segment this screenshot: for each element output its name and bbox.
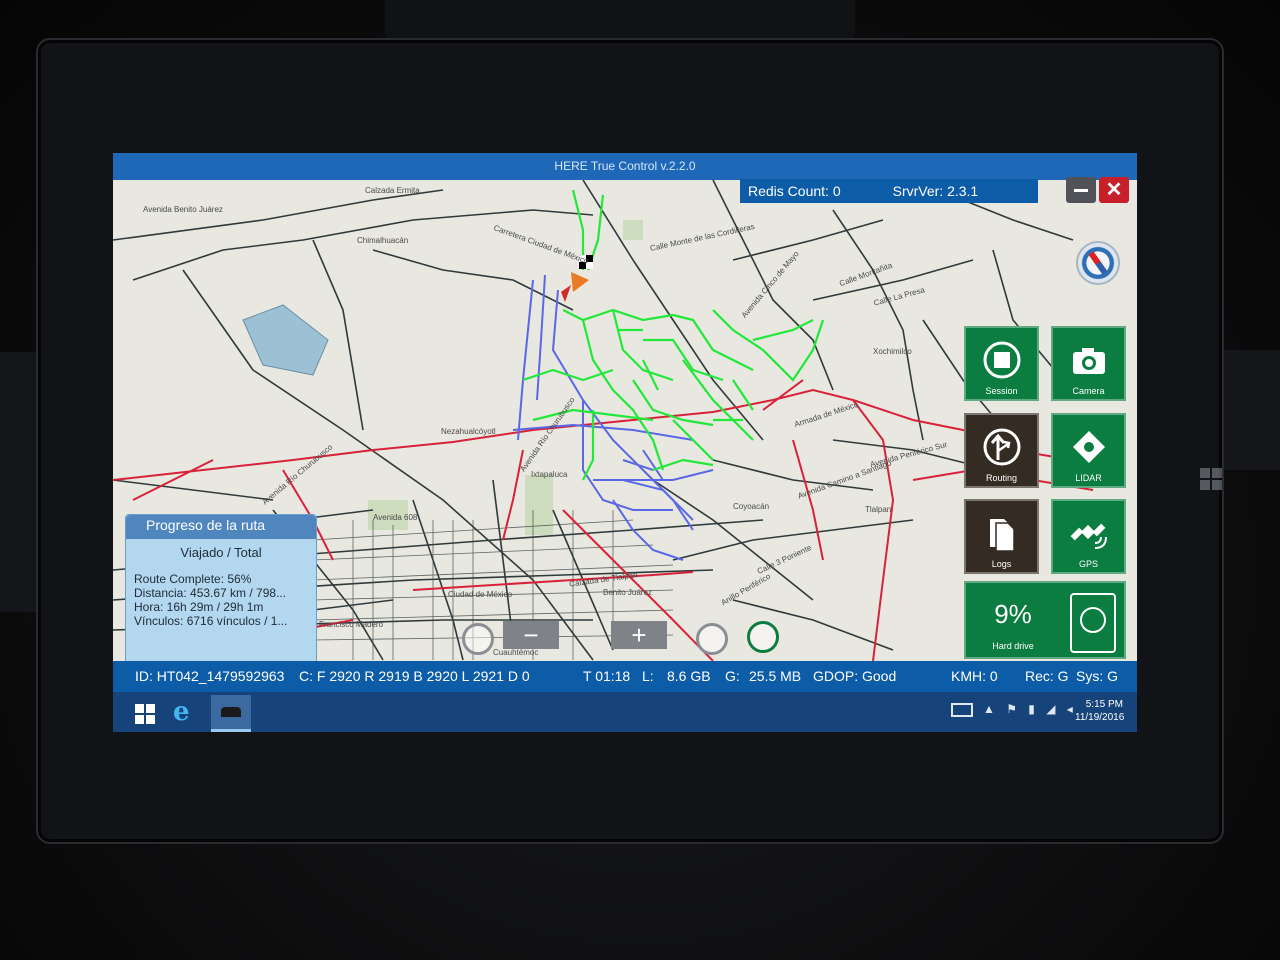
session-stop-icon <box>966 340 1037 389</box>
logs-label: Logs <box>991 559 1012 569</box>
map-place-label: Benito Juárez <box>603 588 652 597</box>
route-progress-header: Progreso de la ruta <box>126 515 316 539</box>
lidar-label: LIDAR <box>1075 473 1102 483</box>
logs-icon <box>966 513 1037 562</box>
session-label: Session <box>985 386 1018 396</box>
map-place-label: Tlalpan <box>865 505 892 514</box>
map-place-label: Nezahualcóyotl <box>441 427 496 436</box>
map-place-label: Coyoacán <box>733 502 770 511</box>
session-id: ID: HT042_1479592963 <box>135 668 285 684</box>
map-place-label: Chimalhuacán <box>357 236 409 245</box>
g-value: 25.5 MB <box>749 668 802 684</box>
system-tray-icons[interactable]: ▲ ⚑ ▮ ◢ ◂ <box>983 702 1077 716</box>
gdop-status: GDOP: Good <box>813 668 897 684</box>
links: Vínculos: 6716 vínculos / 1... <box>134 614 288 628</box>
lidar-button[interactable]: LIDAR <box>1051 413 1126 488</box>
compass-icon[interactable] <box>1076 241 1120 285</box>
map-place-label: Xochimilco <box>873 347 912 356</box>
minimize-button[interactable] <box>1066 177 1096 203</box>
gps-button[interactable]: GPS <box>1051 499 1126 574</box>
time: Hora: 16h 29m / 29h 1m <box>134 600 264 614</box>
route-progress-panel[interactable]: Progreso de la ruta Viajado / Total Rout… <box>125 514 317 666</box>
routing-arrow-icon <box>966 427 1037 476</box>
tablet-screen: HERE True Control v.2.2.0 Calzada Ermita… <box>113 153 1137 732</box>
map-place-label: Ixtapaluca <box>531 470 568 479</box>
vehicle-position-icon <box>571 272 589 292</box>
camera-button[interactable]: Camera <box>1051 326 1126 401</box>
routing-button[interactable]: Routing <box>964 413 1039 488</box>
l-label: L: <box>642 668 654 684</box>
start-button[interactable] <box>135 704 155 724</box>
hard-drive-percent: 9% <box>994 599 1032 629</box>
tablet-mount-top <box>385 0 855 40</box>
hard-drive-label: Hard drive <box>992 641 1034 651</box>
map-street-label: Avenida Benito Juárez <box>143 205 223 214</box>
camera-label: Camera <box>1072 386 1105 396</box>
windows-taskbar: e ▲ ⚑ ▮ ◢ ◂ 5:15 PM 11/19/2016 <box>113 692 1137 732</box>
true-control-taskbar-button[interactable] <box>211 695 251 732</box>
zoom-in-button[interactable]: + <box>611 621 667 649</box>
lidar-icon <box>1053 427 1124 476</box>
satellite-icon <box>1053 513 1124 562</box>
routing-label: Routing <box>985 473 1018 483</box>
g-label: G: <box>725 668 740 684</box>
zoom-out-button[interactable]: − <box>503 621 559 649</box>
logs-button[interactable]: Logs <box>964 499 1039 574</box>
status-bar: ID: HT042_1479592963 C: F 2920 R 2919 B … <box>113 661 1137 692</box>
redis-count: Redis Count: 0 <box>748 183 841 199</box>
keyboard-icon[interactable] <box>951 703 973 717</box>
map-street-label: Calzada Ermita <box>365 186 420 195</box>
internet-explorer-icon[interactable]: e <box>173 699 199 725</box>
clock-time: 5:15 PM <box>1085 699 1123 710</box>
close-button[interactable]: ✕ <box>1099 177 1129 203</box>
map-street-label: Francisco Madero <box>319 620 384 629</box>
t-timer: T 01:18 <box>583 668 631 684</box>
route-complete: Route Complete: 56% <box>134 572 252 586</box>
clock-date: 11/19/2016 <box>1075 712 1125 723</box>
kmh-speed: KMH: 0 <box>951 668 998 684</box>
vehicle-follow-button[interactable] <box>747 621 779 653</box>
windows-hardware-button-icon[interactable] <box>1200 468 1222 490</box>
session-button[interactable]: Session <box>964 326 1039 401</box>
rec-status: Rec: G <box>1025 668 1069 684</box>
distance: Distancia: 453.67 km / 798... <box>134 586 287 600</box>
l-value: 8.6 GB <box>667 668 711 684</box>
sys-status: Sys: G <box>1076 668 1119 684</box>
map-place-label: Ciudad de México <box>448 590 513 599</box>
server-version: SrvrVer: 2.3.1 <box>892 183 979 199</box>
counters: C: F 2920 R 2919 B 2920 L 2921 D 0 <box>299 668 530 684</box>
traveled-total-subheader: Viajado / Total <box>180 545 262 560</box>
location-pin-button[interactable] <box>462 623 494 655</box>
taskbar-clock[interactable]: 5:15 PM 11/19/2016 <box>1075 698 1125 724</box>
camera-icon <box>1053 340 1124 389</box>
app-title-bar: HERE True Control v.2.2.0 <box>113 153 1137 180</box>
map-street-label: Avenida 608 <box>373 513 418 522</box>
crosshair-button[interactable] <box>696 623 728 655</box>
server-info-banner: Redis Count: 0 SrvrVer: 2.3.1 <box>740 179 1038 203</box>
gps-label: GPS <box>1078 559 1098 569</box>
compass-needle <box>1088 251 1108 275</box>
hard-drive-tile[interactable]: 9% Hard drive <box>964 581 1126 659</box>
hard-drive-icon <box>1070 593 1116 653</box>
